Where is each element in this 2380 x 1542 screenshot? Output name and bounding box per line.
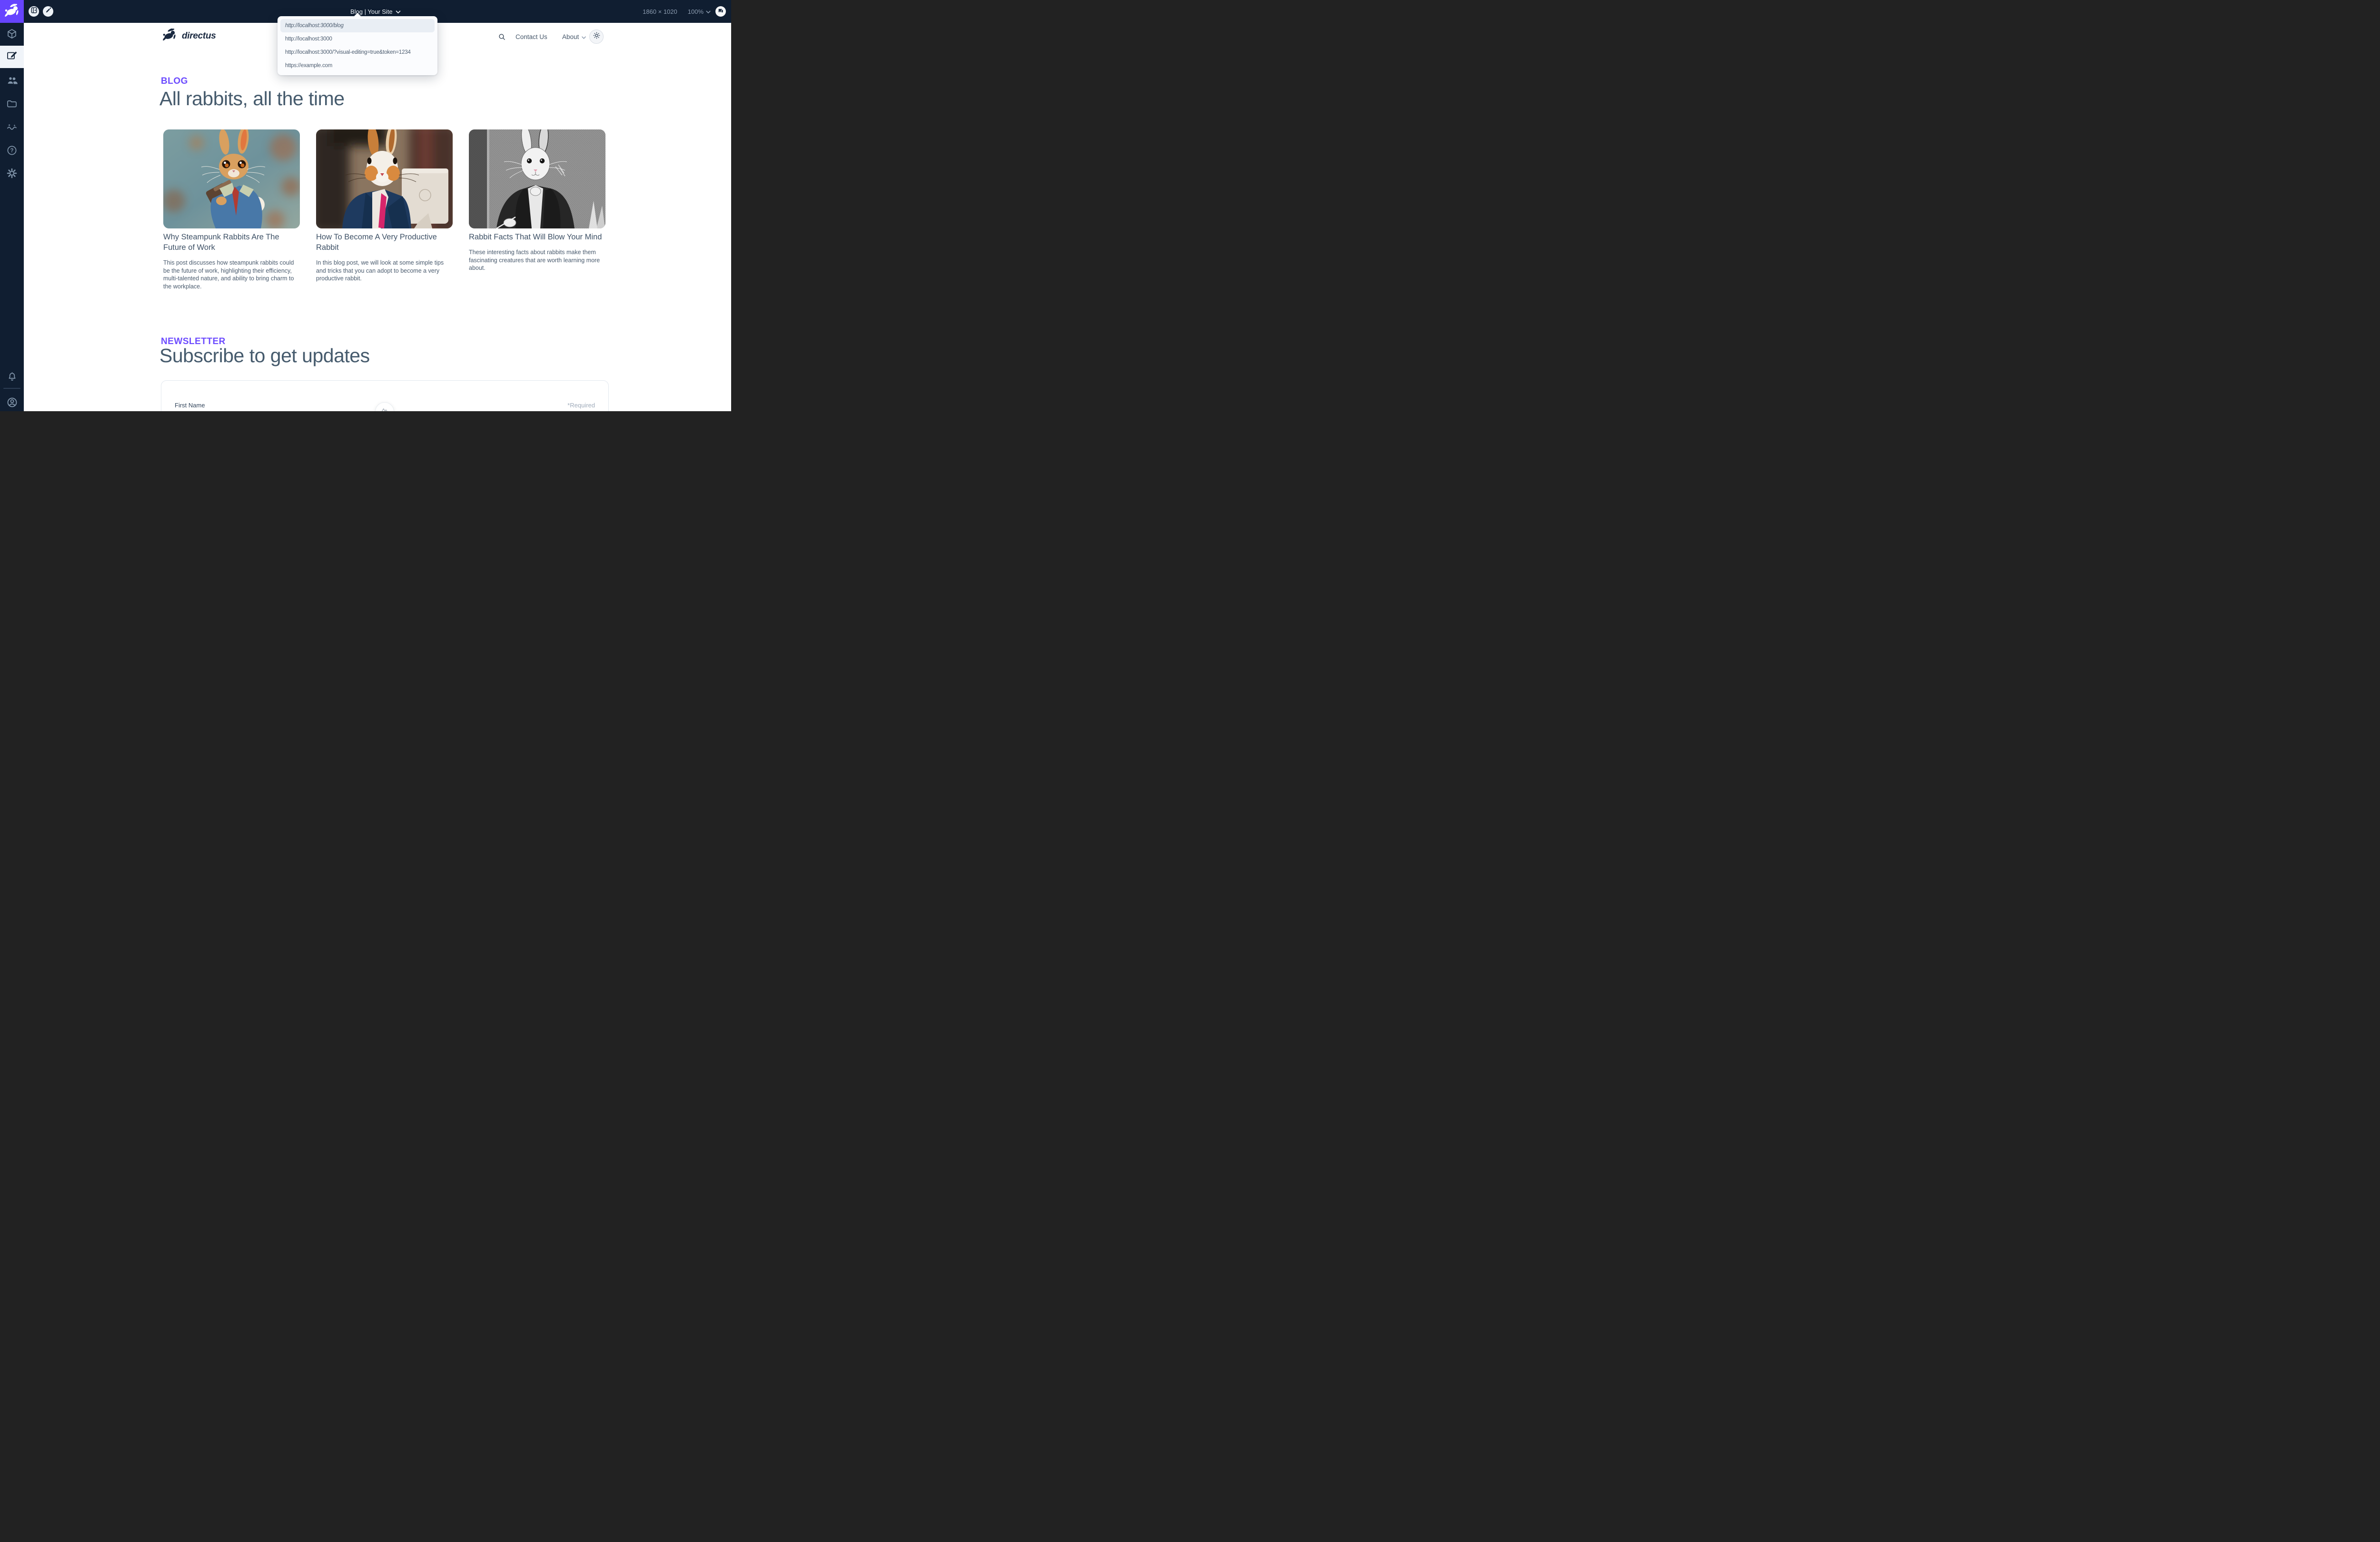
sidebar-item-account[interactable] [0, 392, 24, 411]
dock-left-icon [30, 7, 38, 16]
directus-logo-button[interactable] [0, 0, 24, 23]
users-icon [6, 75, 18, 89]
bell-icon [7, 371, 18, 385]
sidebar-item-files[interactable] [0, 94, 24, 116]
topbar-right-cluster: 1860 × 1020 100% [643, 0, 731, 23]
help-icon: ? [6, 145, 18, 158]
pencil-icon [45, 7, 52, 16]
insights-icon [6, 121, 18, 135]
sidebar-item-visual-editor[interactable] [0, 46, 24, 68]
account-icon [6, 396, 18, 411]
sidebar-item-content[interactable] [0, 24, 24, 46]
post-title[interactable]: How To Become A Very Productive Rabbit [316, 232, 453, 253]
newsletter-title: Subscribe to get updates [159, 345, 370, 367]
sidebar-item-users[interactable] [0, 70, 24, 93]
chevron-down-icon [396, 8, 401, 15]
collapse-sidebar-button[interactable] [29, 6, 39, 17]
directus-visual-editor-screen: ? [0, 0, 731, 411]
url-menu-item-root[interactable]: http://localhost:3000 [280, 32, 435, 46]
site-logo-wordmark: directus [182, 31, 216, 41]
post-card-1[interactable]: Why Steampunk Rabbits Are The Future of … [163, 129, 300, 290]
post-image-steampunk-rabbit[interactable] [163, 129, 300, 228]
url-menu-notch [354, 13, 361, 16]
post-excerpt: These interesting facts about rabbits ma… [469, 248, 605, 272]
visual-editor-icon [6, 50, 18, 64]
cube-icon [6, 28, 18, 42]
url-menu: http://localhost:3000/blog http://localh… [278, 16, 437, 75]
device-preview-button[interactable] [715, 6, 726, 17]
search-icon[interactable] [498, 33, 506, 43]
nav-about-label: About [562, 33, 579, 40]
svg-text:?: ? [10, 148, 13, 154]
about-chevron-icon [582, 33, 586, 40]
site-rabbit-logo-icon [160, 28, 178, 44]
post-title[interactable]: Why Steampunk Rabbits Are The Future of … [163, 232, 300, 253]
post-title[interactable]: Rabbit Facts That Will Blow Your Mind [469, 232, 605, 242]
hero-title: All rabbits, all the time [159, 88, 345, 110]
sidebar-item-settings[interactable] [0, 163, 24, 186]
gear-icon [6, 168, 18, 181]
sun-icon [593, 31, 601, 42]
nav-contact-link[interactable]: Contact Us [516, 33, 547, 40]
url-menu-item-blog[interactable]: http://localhost:3000/blog [280, 19, 435, 32]
theme-toggle-button[interactable] [589, 30, 604, 44]
app-sidebar: ? [0, 0, 24, 411]
site-logo[interactable]: directus [160, 28, 216, 44]
post-card-2[interactable]: How To Become A Very Productive Rabbit I… [316, 129, 453, 283]
url-menu-item-visual-editing[interactable]: http://localhost:3000/?visual-editing=tr… [280, 46, 435, 59]
zoom-select[interactable]: 100% [688, 8, 711, 15]
nav-about-link[interactable]: About [562, 33, 586, 40]
required-note: *Required [567, 402, 595, 409]
post-excerpt: This post discusses how steampunk rabbit… [163, 259, 300, 290]
viewport-dimensions: 1860 × 1020 [643, 8, 677, 15]
mountain-icon [379, 405, 390, 412]
url-menu-item-example[interactable]: https://example.com [280, 59, 435, 72]
zoom-level-label: 100% [688, 8, 704, 15]
zoom-chevron-icon [706, 8, 711, 15]
site-preview: directus Contact Us About [24, 23, 731, 411]
post-excerpt: In this blog post, we will look at some … [316, 259, 453, 283]
sidebar-item-insights[interactable] [0, 117, 24, 139]
sidebar-item-notifications[interactable] [0, 366, 24, 389]
sidebar-divider [3, 388, 20, 389]
folder-icon [6, 98, 18, 112]
directus-rabbit-icon [3, 3, 20, 20]
post-image-productive-rabbit[interactable] [316, 129, 453, 228]
edit-mode-button[interactable] [43, 6, 53, 17]
post-image-vintage-rabbit[interactable] [469, 129, 605, 228]
first-name-label: First Name [175, 402, 205, 409]
hero-eyebrow: BLOG [161, 76, 188, 87]
sidebar-item-help[interactable]: ? [0, 140, 24, 163]
devices-icon [717, 7, 724, 16]
post-card-3[interactable]: Rabbit Facts That Will Blow Your Mind Th… [469, 129, 605, 272]
